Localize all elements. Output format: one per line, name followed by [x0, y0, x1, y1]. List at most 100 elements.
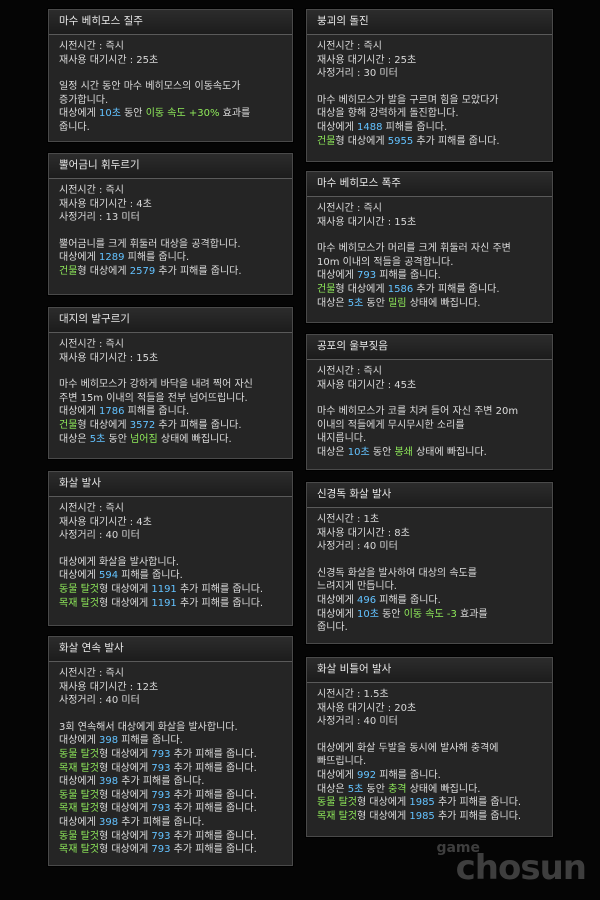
skill-text-segment: 상태에 빠집니다.: [412, 446, 487, 458]
skill-text-segment: 피해를 줍니다.: [118, 735, 183, 747]
skill-description-line: 대상에게 1289 피해를 줍니다.: [59, 251, 282, 265]
skill-text-segment: 10m 이내의 적들을 공격합니다.: [317, 256, 454, 268]
skill-stat-line: 재사용 대기시간 : 25초: [317, 54, 417, 66]
skill-body: 시전시간 : 즉시 재사용 대기시간 : 45초 마수 베히모스가 코를 치켜 들어…: [307, 360, 552, 460]
skill-description-line: 대상에게 10초 동안 이동 속도 +30% 효과를: [59, 107, 282, 121]
skill-description-line: 동물 탈것형 대상에게 1985 추가 피해를 줍니다.: [317, 796, 542, 810]
skill-stat-line: 시전시간 : 즉시: [59, 41, 124, 52]
skill-description-line: 대상에게 793 피해를 줍니다.: [317, 269, 542, 283]
skill-text-segment: 추가 피해를 줍니다.: [176, 597, 264, 609]
skill-description-line: 건물형 대상에게 2579 추가 피해를 줍니다.: [59, 265, 282, 279]
skill-text-segment: 793: [356, 270, 377, 282]
skill-section-gap: [317, 392, 542, 405]
skill-description-line: 대상에게 398 피해를 줍니다.: [59, 734, 282, 748]
skill-description-line: 마수 베히모스가 강하게 바닥을 내려 찍어 자신: [59, 378, 282, 392]
skill-stat-line: 재사용 대기시간 : 4초: [59, 516, 152, 528]
skill-text-segment: 594: [98, 570, 119, 582]
skill-text-segment: 추가 피해를 줍니다.: [434, 810, 522, 822]
skill-text-segment: 형 대상에게: [77, 265, 130, 277]
skill-text-segment: 793: [151, 748, 171, 760]
skill-text-segment: 마수 베히모스가 머리를 크게 휘둘러 자신 주변: [317, 243, 511, 255]
skill-text-segment: 건물: [317, 283, 336, 295]
skill-section-gap: [317, 229, 542, 242]
skill-text-segment: 형 대상에게: [98, 583, 152, 595]
skill-text-segment: 398: [98, 816, 119, 828]
skill-text-segment: 이동 속도 -3: [403, 608, 457, 620]
skill-stat-line: 시전시간 : 즉시: [59, 503, 124, 514]
skill-text-segment: 992: [356, 769, 377, 781]
skill-text-segment: 목재 탈것: [59, 597, 99, 609]
skill-text-segment: 10초: [347, 446, 370, 458]
skill-stat-line: 재사용 대기시간 : 12초: [59, 681, 159, 693]
skill-text-segment: 대상에게 화살 두발을 동시에 발사해 충격에: [317, 742, 499, 754]
skill-text-segment: 피해를 줍니다.: [118, 570, 183, 582]
skill-text-segment: 추가 피해를 줍니다.: [170, 830, 257, 842]
skill-body: 시전시간 : 즉시 재사용 대기시간 : 12초 사정거리 : 40 미터 3회 연속…: [49, 662, 292, 857]
skill-description-line: 3회 연속해서 대상에게 화살을 발사합니다.: [59, 721, 282, 735]
skill-text-segment: 목재 탈것: [59, 803, 99, 815]
skill-text-segment: 1985: [409, 810, 435, 822]
skill-section-gap: [59, 67, 282, 80]
skill-text-segment: 형 대상에게: [98, 748, 152, 760]
skill-tooltip-twisted-arrow: 화살 비틀어 발사 시전시간 : 1.5초 재사용 대기시간 : 20초 사정거리 …: [306, 657, 553, 837]
skill-stat-line: 시전시간 : 즉시: [317, 366, 382, 377]
skill-text-segment: 대상에게: [59, 776, 99, 788]
skill-text-segment: 추가 피해를 줍니다.: [118, 816, 205, 828]
skill-text-segment: 대상을 향해 강력하게 돌진합니다.: [317, 108, 459, 120]
skill-section-gap: [317, 81, 542, 94]
skill-description-line: 대상은 5초 동안 충격 상태에 빠집니다.: [317, 783, 542, 797]
skill-tooltip-tusk-swing: 뿔어금니 휘두르기 시전시간 : 즉시 재사용 대기시간 : 4초 사정거리 : 1…: [48, 153, 293, 295]
skill-description-line: 목재 탈것형 대상에게 1985 추가 피해를 줍니다.: [317, 810, 542, 824]
skill-text-segment: 추가 피해를 줍니다.: [155, 265, 242, 277]
skill-text-segment: 이동 속도 +30%: [145, 108, 220, 120]
skill-text-segment: 형 대상에게: [98, 597, 152, 609]
skill-text-segment: 추가 피해를 줍니다.: [176, 583, 264, 595]
skill-stat-line: 재사용 대기시간 : 20초: [317, 702, 417, 714]
skill-stat-line: 재사용 대기시간 : 8초: [317, 527, 410, 539]
skill-description-line: 동물 탈것형 대상에게 1191 추가 피해를 줍니다.: [59, 583, 282, 597]
skill-text-segment: 목재 탈것: [59, 762, 99, 774]
skill-text-segment: 신경독 화살을 발사하여 대상의 속도를: [317, 567, 477, 579]
skill-text-segment: 마수 베히모스가 강하게 바닥을 내려 찍어 자신: [59, 379, 253, 391]
skill-body: 시전시간 : 즉시 재사용 대기시간 : 4초 사정거리 : 13 미터 뿔어금니를 …: [49, 179, 292, 279]
skill-text-segment: 충격: [388, 783, 407, 795]
skill-section-gap: [59, 365, 282, 378]
skill-text-segment: 동안: [369, 446, 395, 458]
skill-text-segment: 대상에게: [59, 816, 99, 828]
skill-text-segment: 496: [356, 594, 377, 606]
skill-text-segment: 5초: [347, 297, 364, 309]
skill-text-segment: 2579: [129, 265, 156, 277]
skill-text-segment: 대상에게: [317, 594, 357, 606]
skill-text-segment: 대상에게: [59, 406, 99, 418]
skill-text-segment: 398: [98, 735, 119, 747]
skill-text-segment: 내지릅니다.: [317, 433, 367, 445]
skill-text-segment: 형 대상에게: [98, 762, 152, 774]
skill-text-segment: 피해를 줍니다.: [376, 769, 441, 781]
skill-description-line: 마수 베히모스가 머리를 크게 휘둘러 자신 주변: [317, 242, 542, 256]
skill-description-line: 목재 탈것형 대상에게 793 추가 피해를 줍니다.: [59, 843, 282, 857]
skill-text-segment: 건물: [317, 135, 336, 147]
skill-title: 공포의 울부짖음: [307, 335, 552, 360]
skill-text-segment: 동물 탈것: [59, 583, 99, 595]
skill-text-segment: 동안: [378, 608, 404, 620]
skill-text-segment: 대상은: [317, 297, 348, 309]
skill-description-line: 건물형 대상에게 3572 추가 피해를 줍니다.: [59, 419, 282, 433]
skill-text-segment: 피해를 줍니다.: [124, 406, 190, 418]
skill-text-segment: 추가 피해를 줍니다.: [155, 419, 242, 431]
skill-description-line: 대상에게 398 추가 피해를 줍니다.: [59, 816, 282, 830]
skill-text-segment: 3회 연속해서 대상에게 화살을 발사합니다.: [59, 721, 238, 733]
skill-text-segment: 동물 탈것: [59, 748, 99, 760]
skill-text-segment: 793: [151, 803, 171, 815]
skill-text-segment: 1586: [387, 283, 414, 295]
skill-description-line: 대상을 향해 강력하게 돌진합니다.: [317, 107, 542, 121]
skill-text-segment: 상태에 빠집니다.: [406, 783, 481, 795]
skill-text-segment: 추가 피해를 줍니다.: [434, 797, 522, 809]
skill-description-line: 대상에게 1488 피해를 줍니다.: [317, 121, 542, 135]
skill-text-segment: 뿔어금니를 크게 휘둘러 대상을 공격합니다.: [59, 238, 241, 250]
skill-tooltip-behemoth-dash: 마수 베히모스 질주 시전시간 : 즉시 재사용 대기시간 : 25초 일정 시간 …: [48, 9, 293, 142]
skill-title: 신경독 화살 발사: [307, 483, 552, 508]
skill-stat-line: 사정거리 : 40 미터: [317, 541, 398, 553]
skill-stat-line: 시전시간 : 1.5초: [317, 689, 389, 700]
skill-description-line: 줍니다.: [59, 121, 282, 135]
skill-text-segment: 793: [151, 789, 171, 801]
